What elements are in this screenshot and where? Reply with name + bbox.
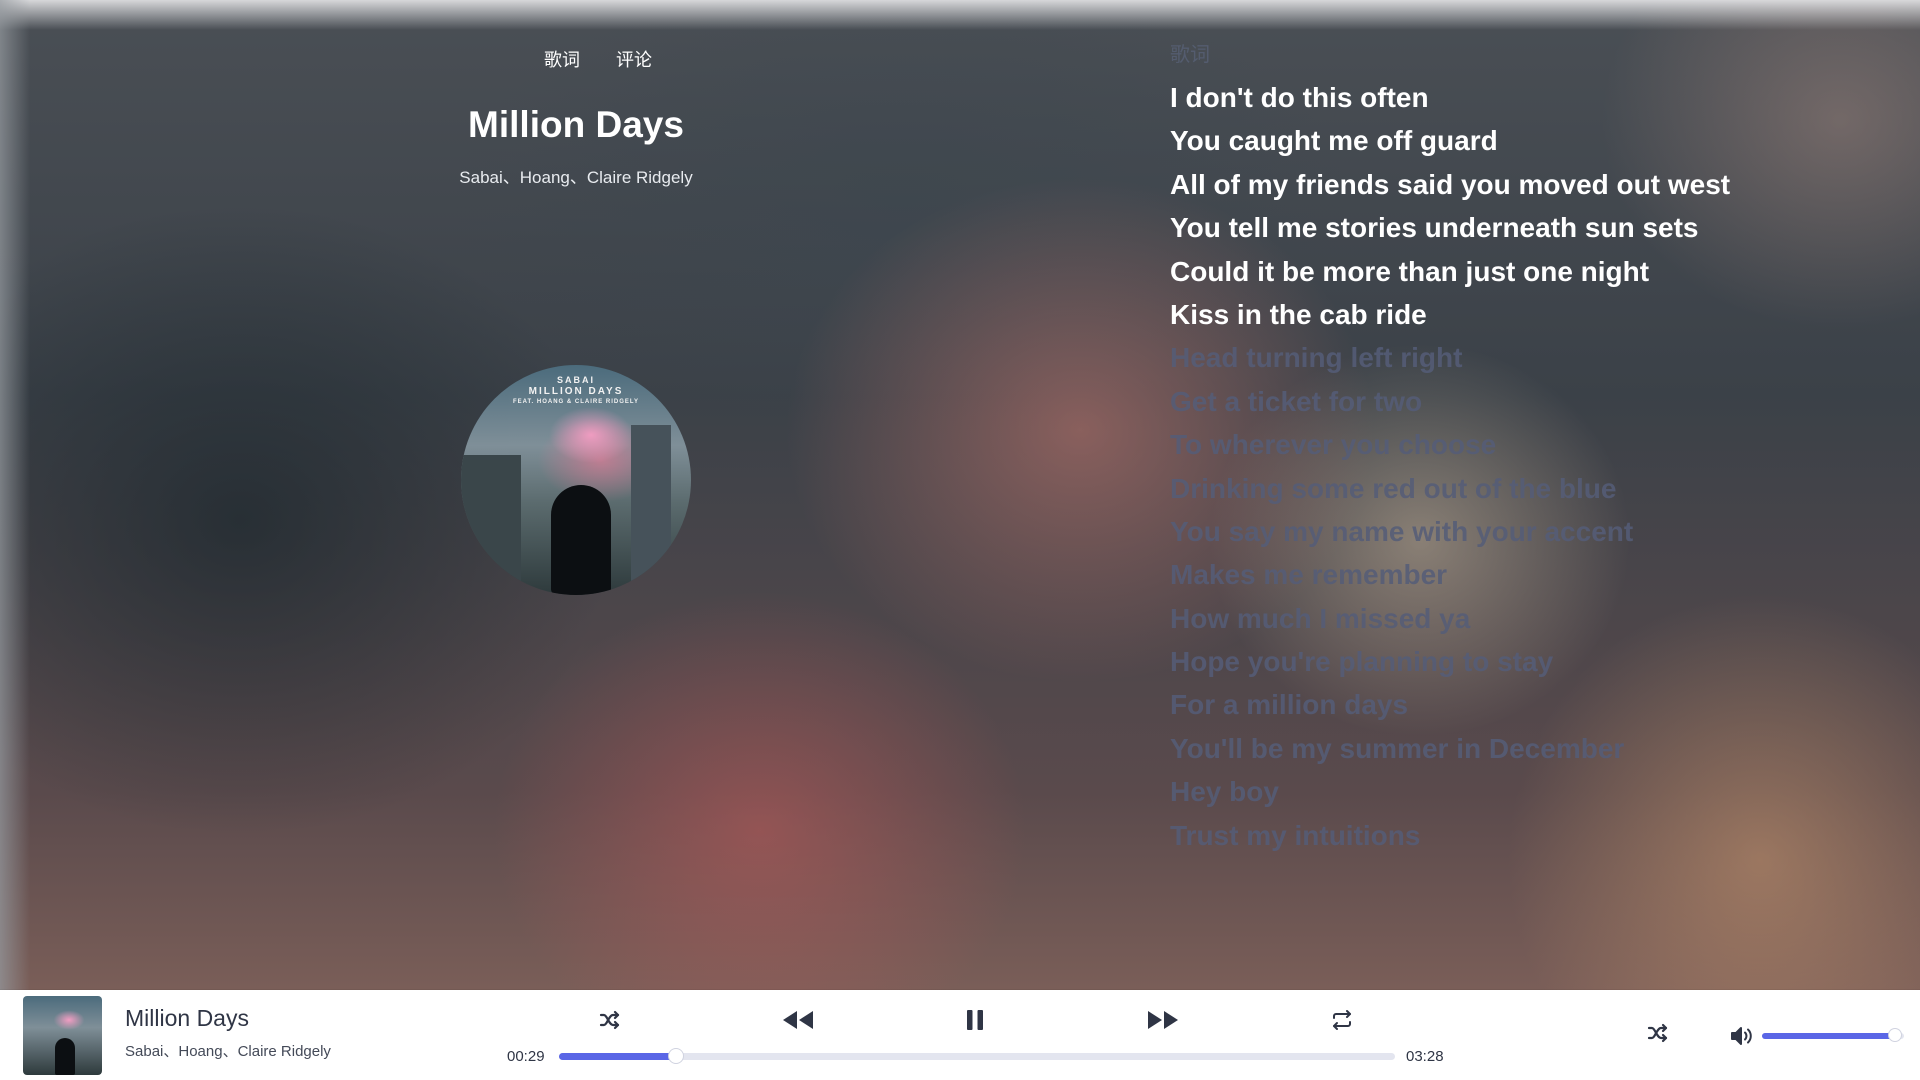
volume-button[interactable] [1724, 1020, 1760, 1052]
shuffle-icon [1647, 1023, 1668, 1043]
lyric-line[interactable]: Could it be more than just one night [1170, 250, 1730, 293]
cover-building [461, 455, 521, 595]
lyric-line[interactable]: All of my friends said you moved out wes… [1170, 163, 1730, 206]
view-tabs: 歌词 评论 [544, 46, 652, 72]
tab-comments[interactable]: 评论 [616, 46, 652, 72]
pause-button[interactable] [957, 1004, 993, 1036]
play-mode-button[interactable] [1640, 1017, 1676, 1049]
lyric-line[interactable]: How much I missed ya [1170, 597, 1730, 640]
volume-slider[interactable] [1762, 1029, 1904, 1041]
song-artists: Sabai、Hoang、Claire Ridgely [459, 168, 693, 187]
cover-figure [551, 485, 611, 595]
cover-figure [55, 1038, 75, 1075]
lyric-line[interactable]: You say my name with your accent [1170, 510, 1730, 553]
lyric-line[interactable]: To wherever you choose [1170, 423, 1730, 466]
cover-building [631, 425, 671, 595]
progress-fill [559, 1053, 677, 1060]
pause-icon [967, 1010, 983, 1030]
album-disc: SABAI MILLION DAYS FEAT. HOANG & CLAIRE … [461, 365, 691, 595]
current-time: 00:29 [507, 1048, 545, 1065]
lyric-line[interactable]: Hope you're planning to stay [1170, 640, 1730, 683]
previous-button[interactable] [780, 1004, 816, 1036]
volume-fill [1762, 1033, 1896, 1039]
cover-title-text: MILLION DAYS [528, 386, 624, 397]
cover-text: SABAI MILLION DAYS FEAT. HOANG & CLAIRE … [461, 375, 691, 408]
player-song-artists[interactable]: Sabai、Hoang、Claire Ridgely [125, 1040, 331, 1061]
lyric-line[interactable]: Drinking some red out of the blue [1170, 467, 1730, 510]
progress-handle[interactable] [669, 1049, 684, 1063]
next-button[interactable] [1145, 1004, 1181, 1036]
lyrics-panel[interactable]: 歌词 I don't do this often You caught me of… [1150, 0, 1850, 870]
lyric-line[interactable]: Makes me remember [1170, 553, 1730, 596]
cover-artist-text: SABAI [556, 375, 595, 385]
volume-icon [1731, 1027, 1752, 1045]
lyric-line[interactable]: Trust my intuitions [1170, 814, 1730, 857]
lyrics-header: 歌词 [1170, 44, 1210, 66]
next-icon [1148, 1011, 1178, 1029]
lyric-line[interactable]: For a million days [1170, 683, 1730, 726]
shuffle-button[interactable] [592, 1004, 628, 1036]
lyric-line[interactable]: You'll be my summer in December [1170, 727, 1730, 770]
lyrics-list: I don't do this often You caught me off g… [1170, 76, 1730, 857]
song-title: Million Days [468, 104, 684, 145]
repeat-icon [1333, 1010, 1351, 1030]
lyric-line[interactable]: I don't do this often [1170, 76, 1730, 119]
lyric-line[interactable]: You tell me stories underneath sun sets [1170, 206, 1730, 249]
lyric-line[interactable]: Get a ticket for two [1170, 380, 1730, 423]
progress-bar[interactable] [559, 1049, 1395, 1063]
lyric-line[interactable]: You caught me off guard [1170, 119, 1730, 162]
total-time: 03:28 [1406, 1048, 1444, 1065]
lyric-line[interactable]: Kiss in the cab ride [1170, 293, 1730, 336]
tab-lyrics[interactable]: 歌词 [544, 46, 580, 72]
mini-album-cover[interactable] [23, 996, 102, 1075]
previous-icon [783, 1011, 813, 1029]
lyric-line[interactable]: Hey boy [1170, 770, 1730, 813]
cover-feat-text: FEAT. HOANG & CLAIRE RIDGELY [512, 399, 639, 405]
repeat-button[interactable] [1324, 1004, 1360, 1036]
shuffle-icon [599, 1010, 620, 1030]
player-song-title[interactable]: Million Days [125, 1005, 249, 1032]
lyric-line[interactable]: Head turning left right [1170, 336, 1730, 379]
